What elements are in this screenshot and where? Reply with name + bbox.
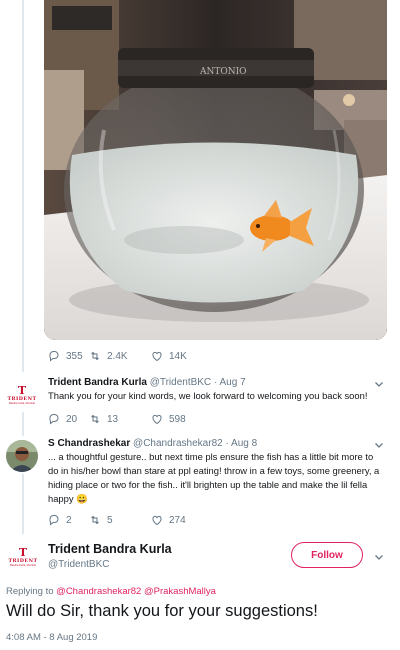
tweet2-actions: 20 13 598 xyxy=(48,413,186,425)
reply-button[interactable]: 20 xyxy=(48,413,89,425)
tweet-time[interactable]: · Aug 7 xyxy=(214,377,246,388)
retweet-button[interactable]: 13 xyxy=(89,413,151,425)
follow-button[interactable]: Follow xyxy=(291,542,363,568)
retweet-button[interactable]: 5 xyxy=(89,514,151,526)
tweet3-actions: 2 5 274 xyxy=(48,514,186,526)
retweet-count: 13 xyxy=(107,413,119,425)
reply-button[interactable]: 2 xyxy=(48,514,89,526)
tweet1-actions: 355 2.4K 14K xyxy=(48,350,187,362)
like-count: 14K xyxy=(169,350,187,362)
reply-button[interactable]: 355 xyxy=(48,350,89,362)
bowl-brand-text: ANTONIO xyxy=(199,67,247,77)
display-name[interactable]: S Chandrashekar xyxy=(48,438,130,449)
mention-link[interactable]: @Chandrashekar82 xyxy=(56,586,141,597)
like-button[interactable]: 14K xyxy=(151,350,187,362)
avatar[interactable] xyxy=(6,440,38,472)
thread-line xyxy=(22,412,24,436)
like-count: 274 xyxy=(169,514,186,526)
display-name[interactable]: Trident Bandra Kurla xyxy=(48,377,147,388)
like-icon xyxy=(152,516,162,526)
like-icon xyxy=(152,415,162,425)
like-count: 598 xyxy=(169,413,186,425)
reply-icon xyxy=(49,414,59,425)
retweet-count: 2.4K xyxy=(107,350,128,362)
reply-count: 355 xyxy=(66,350,83,362)
avatar[interactable]: T TRIDENT Bandra Kurla, Mumbai xyxy=(6,540,40,574)
thread-line xyxy=(22,0,24,372)
tweet-header: Trident Bandra Kurla @TridentBKC · Aug 7 xyxy=(48,377,246,388)
chevron-down-icon[interactable] xyxy=(373,551,385,563)
like-icon xyxy=(152,352,162,362)
trident-logo: T TRIDENT Bandra Kurla, Mumbai xyxy=(6,379,38,411)
goldfish-bowl-image: ANTONIO xyxy=(44,0,387,340)
replying-to: Replying to @Chandrashekar82 @PrakashMal… xyxy=(6,586,216,597)
reply-count: 20 xyxy=(66,413,78,425)
main-user-handle[interactable]: @TridentBKC xyxy=(48,559,109,570)
retweet-icon xyxy=(91,351,99,361)
reply-icon xyxy=(49,351,59,362)
grinning-emoji: 😀 xyxy=(76,493,88,504)
retweet-icon xyxy=(91,515,99,525)
mention-link[interactable]: @PrakashMallya xyxy=(144,586,216,597)
tweet-header: S Chandrashekar @Chandrashekar82 · Aug 8 xyxy=(48,438,257,449)
reply-icon xyxy=(49,515,59,526)
like-button[interactable]: 598 xyxy=(151,413,186,425)
main-tweet-text: Will do Sir, thank you for your suggesti… xyxy=(6,602,318,620)
user-handle[interactable]: @TridentBKC xyxy=(150,377,211,388)
tweet-photo[interactable]: ANTONIO xyxy=(44,0,387,340)
tweet-text: ... a thoughtful gesture.. but next time… xyxy=(48,451,380,504)
retweet-button[interactable]: 2.4K xyxy=(89,350,151,362)
avatar[interactable]: T TRIDENT Bandra Kurla, Mumbai xyxy=(6,379,38,411)
retweet-icon xyxy=(91,414,99,424)
user-avatar-image xyxy=(6,440,38,472)
trident-logo: T TRIDENT Bandra Kurla, Mumbai xyxy=(6,540,40,574)
tweet-text: Thank you for your kind words, we look f… xyxy=(48,390,368,401)
tweet-timestamp[interactable]: 4:08 AM - 8 Aug 2019 xyxy=(6,632,97,643)
main-display-name[interactable]: Trident Bandra Kurla xyxy=(48,542,172,556)
reply-count: 2 xyxy=(66,514,72,526)
like-button[interactable]: 274 xyxy=(151,514,186,526)
retweet-count: 5 xyxy=(107,514,113,526)
thread-line xyxy=(22,474,24,534)
user-handle[interactable]: @Chandrashekar82 xyxy=(133,438,223,449)
tweet-time[interactable]: · Aug 8 xyxy=(225,438,257,449)
